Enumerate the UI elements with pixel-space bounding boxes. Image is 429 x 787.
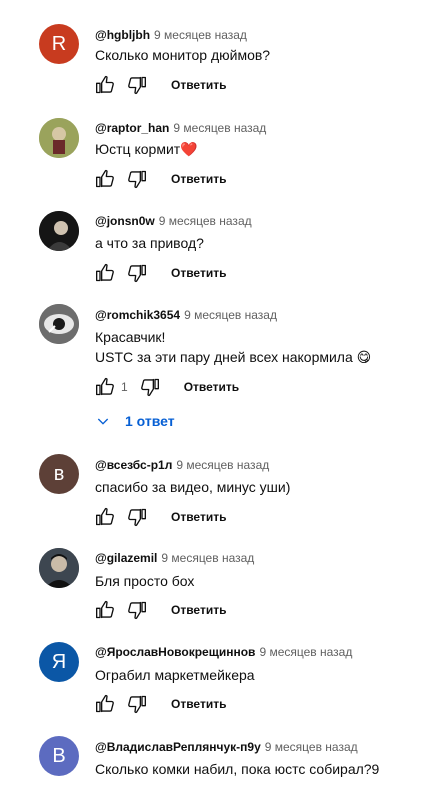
- avatar-letter: в: [53, 462, 65, 485]
- comment-author[interactable]: @всезбс-р1л: [95, 458, 172, 472]
- dislike-icon[interactable]: [125, 598, 149, 622]
- chevron-down-icon: [95, 411, 115, 431]
- dislike-icon[interactable]: [125, 261, 149, 285]
- comment-header: @romchik3654 9 месяцев назад: [95, 308, 277, 322]
- reply-button[interactable]: Ответить: [171, 266, 226, 280]
- avatar[interactable]: [39, 304, 79, 344]
- yum-emoji: 😋: [356, 349, 372, 365]
- comment-actions: Ответить: [93, 261, 226, 285]
- comment-actions: Ответить: [93, 505, 226, 529]
- reply-button[interactable]: Ответить: [171, 510, 226, 524]
- dislike-icon[interactable]: [125, 73, 149, 97]
- comment-author[interactable]: @ВладиславРеплянчук-п9у: [95, 740, 261, 754]
- comment-author[interactable]: @jonsn0w: [95, 214, 155, 228]
- avatar-letter: R: [51, 32, 67, 55]
- like-icon[interactable]: [93, 73, 117, 97]
- avatar[interactable]: [39, 118, 79, 158]
- comment-time[interactable]: 9 месяцев назад: [173, 121, 266, 135]
- comment-text: Бля просто бох: [95, 573, 195, 589]
- comment-time[interactable]: 9 месяцев назад: [265, 740, 358, 754]
- avatar[interactable]: в: [39, 454, 79, 494]
- like-icon[interactable]: [93, 261, 117, 285]
- dislike-icon[interactable]: [125, 505, 149, 529]
- comment-text: а что за привод?: [95, 235, 204, 251]
- avatar[interactable]: [39, 211, 79, 251]
- like-count: 1: [121, 380, 128, 394]
- like-icon[interactable]: [93, 505, 117, 529]
- avatar[interactable]: Я: [39, 642, 79, 682]
- reply-button[interactable]: Ответить: [184, 380, 239, 394]
- comment-header: @ВладиславРеплянчук-п9у 9 месяцев назад: [95, 740, 358, 754]
- comment-header: @raptor_han 9 месяцев назад: [95, 121, 266, 135]
- like-icon[interactable]: [93, 167, 117, 191]
- comment-actions: Ответить: [93, 73, 226, 97]
- like-icon[interactable]: [93, 692, 117, 716]
- like-icon[interactable]: [93, 375, 117, 399]
- comment-text: Ограбил маркетмейкера: [95, 667, 255, 683]
- avatar[interactable]: [39, 548, 79, 588]
- reply-button[interactable]: Ответить: [171, 172, 226, 186]
- comment-author[interactable]: @raptor_han: [95, 121, 169, 135]
- comment-header: @jonsn0w 9 месяцев назад: [95, 214, 252, 228]
- dislike-icon[interactable]: [125, 692, 149, 716]
- avatar[interactable]: В: [39, 736, 79, 776]
- reply-button[interactable]: Ответить: [171, 697, 226, 711]
- comment-text: Сколько монитор дюймов?: [95, 47, 271, 63]
- comment-time[interactable]: 9 месяцев назад: [161, 551, 254, 565]
- comment-author[interactable]: @ЯрославНовокрещиннов: [95, 645, 255, 659]
- dislike-icon[interactable]: [125, 167, 149, 191]
- comment-author[interactable]: @gilazemil: [95, 551, 157, 565]
- comment-actions: 1 Ответить: [93, 375, 239, 399]
- comment-text: Красавчик! USTC за эти пару дней всех на…: [95, 329, 372, 365]
- comment-author[interactable]: @romchik3654: [95, 308, 180, 322]
- comment-actions: Ответить: [93, 692, 226, 716]
- avatar[interactable]: R: [39, 24, 79, 64]
- comment-text: Сколько комки набил, пока юстс собирал?9: [95, 761, 380, 777]
- heart-emoji: ❤️: [180, 141, 198, 157]
- comment-time[interactable]: 9 месяцев назад: [259, 645, 352, 659]
- comment-time[interactable]: 9 месяцев назад: [159, 214, 252, 228]
- comment-time[interactable]: 9 месяцев назад: [184, 308, 277, 322]
- comment-time[interactable]: 9 месяцев назад: [154, 28, 247, 42]
- comment-text: Юстц кормит❤️: [95, 141, 198, 157]
- reply-button[interactable]: Ответить: [171, 603, 226, 617]
- comment-actions: Ответить: [93, 598, 226, 622]
- avatar-letter: В: [52, 744, 66, 767]
- dislike-icon[interactable]: [138, 375, 162, 399]
- comment-text: спасибо за видео, минус уши): [95, 479, 291, 495]
- comment-header: @hgbljbh 9 месяцев назад: [95, 28, 247, 42]
- comment-time[interactable]: 9 месяцев назад: [176, 458, 269, 472]
- comment-author[interactable]: @hgbljbh: [95, 28, 150, 42]
- comment-header: @ЯрославНовокрещиннов 9 месяцев назад: [95, 645, 352, 659]
- comment-header: @всезбс-р1л 9 месяцев назад: [95, 458, 269, 472]
- avatar-letter: Я: [51, 650, 67, 673]
- reply-button[interactable]: Ответить: [171, 78, 226, 92]
- replies-toggle-button[interactable]: 1 ответ: [95, 409, 175, 433]
- replies-count: 1 ответ: [125, 413, 175, 429]
- comment-header: @gilazemil 9 месяцев назад: [95, 551, 254, 565]
- like-icon[interactable]: [93, 598, 117, 622]
- comment-actions: Ответить: [93, 167, 226, 191]
